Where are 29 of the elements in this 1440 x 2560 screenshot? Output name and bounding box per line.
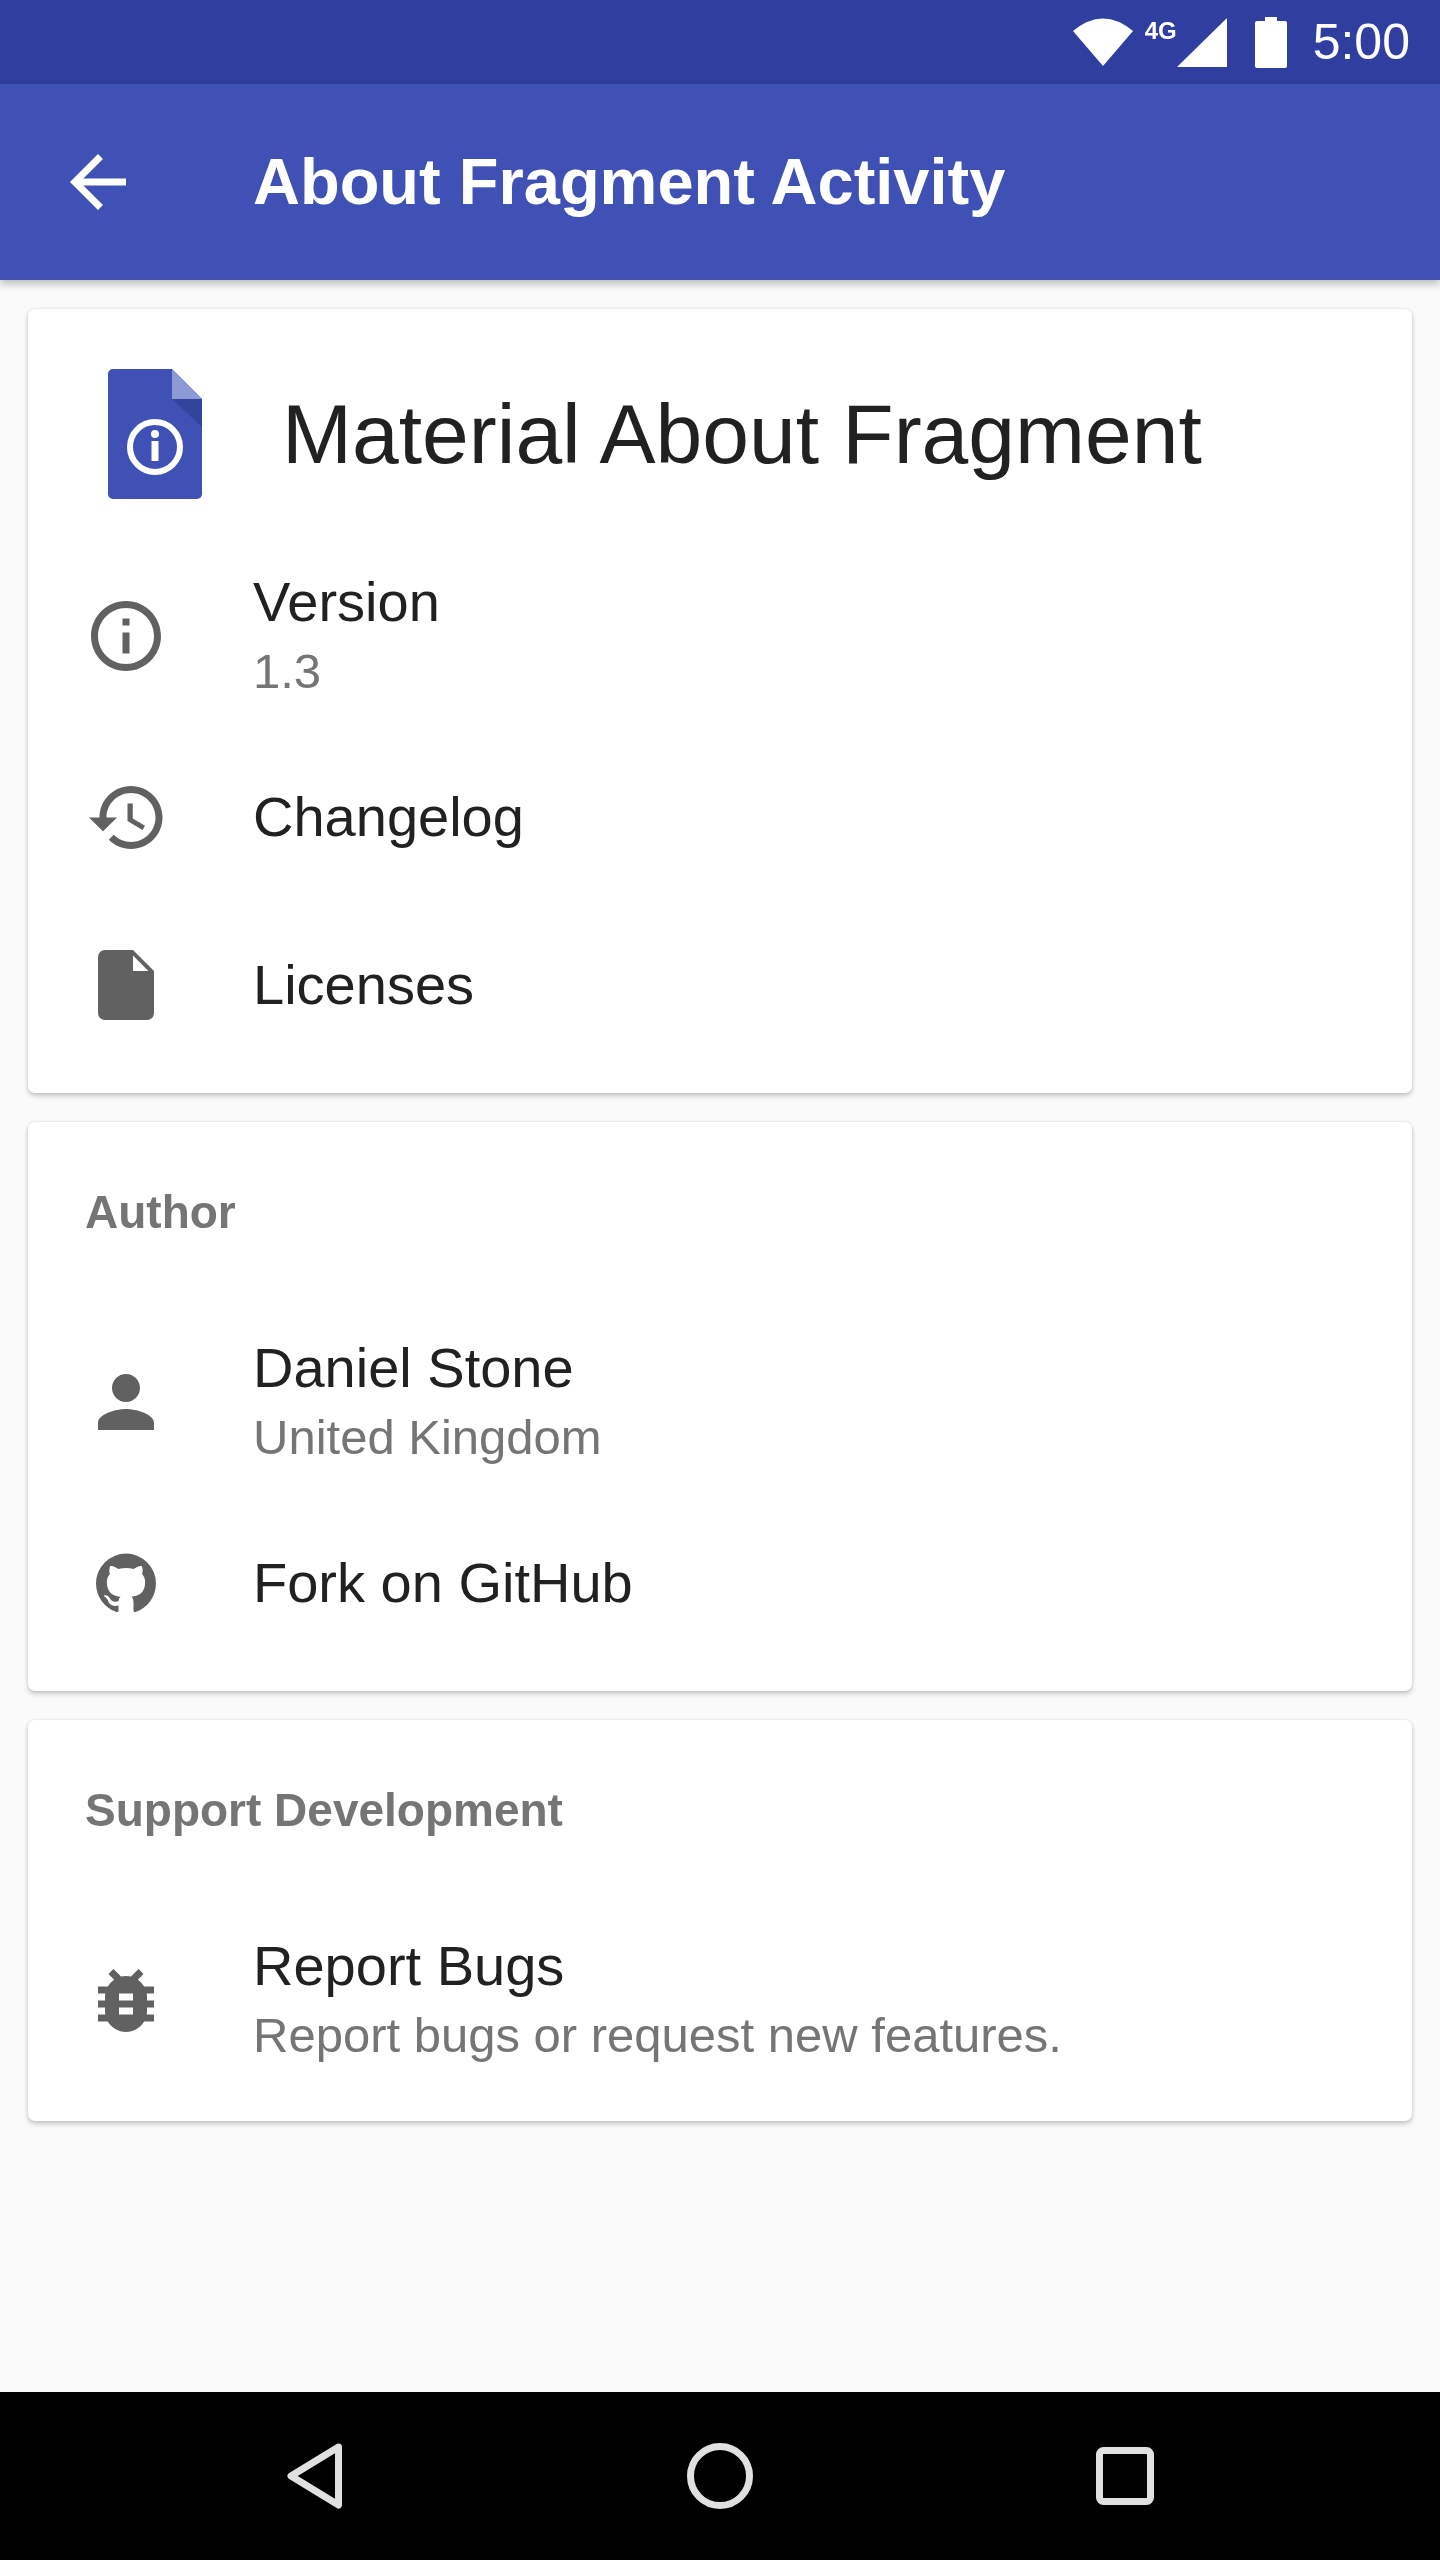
bug-icon bbox=[98, 1968, 154, 2032]
list-item-title[interactable]: Daniel Stone bbox=[253, 1333, 574, 1403]
list-item-subtitle: Report bugs or request new features. bbox=[253, 2007, 1062, 2064]
info-icon bbox=[91, 601, 161, 671]
triangle-back-icon bbox=[287, 2443, 343, 2509]
list-item-title[interactable]: Version bbox=[253, 567, 440, 637]
section-title: Support Development bbox=[85, 1783, 563, 1838]
list-item-title[interactable]: Changelog bbox=[253, 782, 524, 852]
arrow-left-icon bbox=[70, 154, 126, 210]
document-info-icon bbox=[108, 369, 202, 499]
battery-icon bbox=[1254, 16, 1287, 68]
wifi-icon bbox=[1072, 18, 1133, 66]
list-item-title[interactable]: Fork on GitHub bbox=[253, 1548, 633, 1618]
person-icon bbox=[98, 1374, 154, 1430]
list-item-subtitle: 1.3 bbox=[253, 643, 322, 700]
square-recents-icon bbox=[1096, 2447, 1154, 2505]
network-type-label: 4G bbox=[1144, 19, 1177, 43]
section-title: Author bbox=[85, 1185, 236, 1240]
status-time: 5:00 bbox=[1312, 14, 1410, 70]
list-item-title[interactable]: Report Bugs bbox=[253, 1931, 565, 2001]
history-icon bbox=[89, 785, 163, 849]
github-icon bbox=[96, 1553, 156, 1613]
circle-home-icon bbox=[687, 2443, 753, 2509]
signal-icon bbox=[1176, 17, 1227, 67]
list-item-title[interactable]: Licenses bbox=[253, 950, 475, 1020]
app-name: Material About Fragment bbox=[282, 386, 1202, 483]
list-item-subtitle: United Kingdom bbox=[253, 1409, 602, 1466]
app-bar-title: About Fragment Activity bbox=[253, 144, 1006, 220]
file-icon bbox=[98, 950, 154, 1020]
